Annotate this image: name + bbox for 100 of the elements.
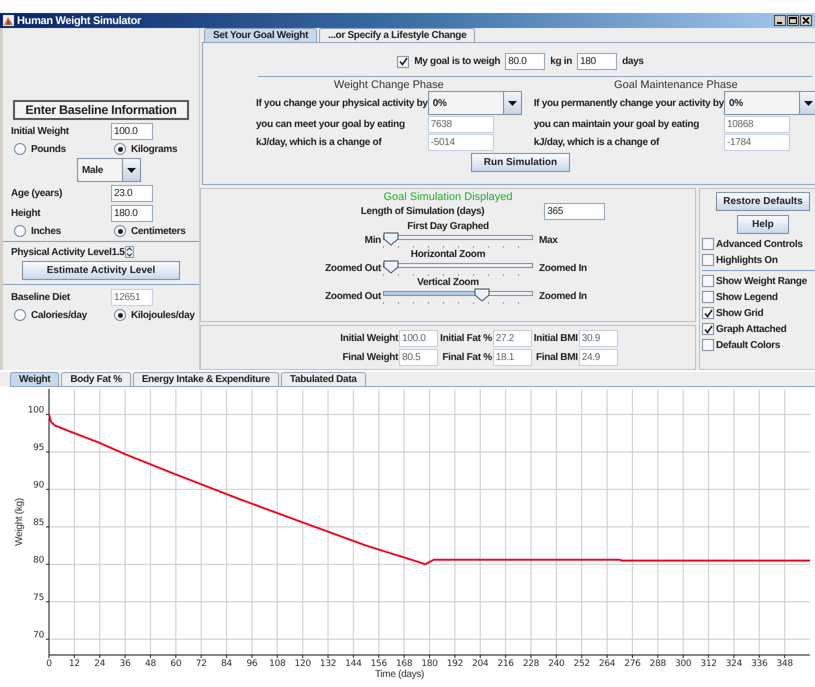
field-label: Age (years) bbox=[11, 188, 64, 199]
input-field[interactable]: 365 bbox=[544, 203, 606, 220]
checkbox[interactable]: Show Weight Range bbox=[702, 275, 807, 287]
goal-label: kg in bbox=[550, 56, 572, 67]
x-tick-label: 168 bbox=[396, 659, 412, 669]
x-tick-label: 36 bbox=[120, 659, 131, 669]
goal-label: My goal is to weigh bbox=[414, 56, 500, 67]
slider-thumb[interactable] bbox=[383, 260, 399, 274]
spinner-arrows-icon[interactable] bbox=[124, 246, 134, 258]
tab[interactable]: Set Your Goal Weight bbox=[204, 28, 318, 42]
activity-spinner[interactable]: 1.5 bbox=[112, 246, 125, 258]
checkbox[interactable]: Graph Attached bbox=[702, 323, 786, 335]
x-tick-label: 216 bbox=[497, 659, 514, 669]
checkbox[interactable] bbox=[397, 56, 410, 68]
phase-title: Goal Maintenance Phase bbox=[613, 79, 739, 91]
slider-thumb[interactable] bbox=[474, 288, 490, 302]
x-tick-label: 180 bbox=[421, 659, 438, 669]
slider-title: Horizontal Zoom bbox=[410, 249, 486, 260]
field-label: Physical Activity Level bbox=[11, 246, 112, 258]
x-tick-label: 12 bbox=[68, 659, 80, 669]
field-label: Initial Weight bbox=[11, 126, 70, 137]
help-button[interactable]: Help bbox=[737, 215, 789, 234]
field-label: Baseline Diet bbox=[11, 292, 71, 303]
radio-button[interactable]: Centimeters bbox=[111, 225, 199, 237]
x-tick-label: 336 bbox=[751, 659, 768, 669]
x-tick-label: 96 bbox=[246, 659, 258, 669]
output-field: 30.9 bbox=[578, 330, 618, 346]
radio-button[interactable]: Kilograms bbox=[111, 143, 199, 155]
status-text: Goal Simulation Displayed bbox=[383, 191, 512, 203]
radio-button[interactable]: Calories/day bbox=[11, 309, 111, 321]
y-tick-label: 90 bbox=[33, 480, 44, 490]
radio-button[interactable]: Pounds bbox=[11, 143, 111, 155]
maximize-icon[interactable] bbox=[787, 15, 799, 26]
y-axis-title: Weight (kg) bbox=[14, 498, 25, 546]
tab[interactable]: Energy Intake & Expenditure bbox=[132, 372, 279, 386]
result-label: Initial BMI bbox=[532, 332, 579, 344]
y-tick-label: 70 bbox=[33, 630, 44, 640]
x-tick-label: 264 bbox=[598, 659, 616, 669]
tab[interactable]: Body Fat % bbox=[61, 372, 131, 386]
restore-defaults-button[interactable]: Restore Defaults bbox=[716, 192, 810, 211]
result-label: Final Fat % bbox=[441, 352, 493, 362]
checkbox[interactable]: Highlights On bbox=[702, 254, 778, 266]
x-tick-label: 24 bbox=[94, 659, 106, 669]
slider-title: First Day Graphed bbox=[407, 221, 489, 232]
input-field[interactable]: 180 bbox=[577, 53, 618, 70]
input-field[interactable]: 80.0 bbox=[505, 53, 546, 70]
checkbox[interactable]: Show Grid bbox=[702, 307, 764, 319]
field-label: If you permanently change your activity by bbox=[534, 98, 724, 108]
slider-thumb[interactable] bbox=[383, 232, 399, 246]
input-field[interactable]: 23.0 bbox=[111, 185, 153, 202]
activity-dropdown[interactable]: 0% bbox=[724, 91, 815, 115]
run-simulation-button[interactable]: Run Simulation bbox=[470, 153, 570, 172]
result-label: Final BMI bbox=[534, 352, 579, 362]
x-tick-label: 204 bbox=[472, 659, 488, 669]
radio-button[interactable]: Kilojoules/day bbox=[111, 309, 199, 321]
x-tick-label: 108 bbox=[269, 659, 286, 669]
sex-dropdown[interactable]: Male bbox=[77, 158, 141, 182]
y-tick-label: 100 bbox=[28, 405, 44, 416]
y-tick-label: 80 bbox=[33, 555, 44, 566]
output-field: 100.0 bbox=[399, 330, 438, 346]
field-label: kJ/day, which is a change of bbox=[534, 137, 660, 148]
caret-icon bbox=[804, 100, 813, 106]
y-tick-label: 75 bbox=[33, 592, 44, 603]
x-tick-label: 60 bbox=[170, 659, 182, 669]
slider-label: Zoomed Out bbox=[324, 262, 382, 274]
minimize-icon[interactable] bbox=[774, 15, 786, 26]
radio-button[interactable]: Inches bbox=[11, 225, 111, 237]
tab[interactable]: Tabulated Data bbox=[280, 372, 366, 386]
output-field: 27.2 bbox=[492, 330, 532, 346]
result-label: Final Weight bbox=[341, 352, 400, 362]
checkbox[interactable]: Show Legend bbox=[702, 291, 778, 303]
slider-label: Zoomed Out bbox=[324, 290, 382, 302]
field-label: If you change your physical activity by bbox=[256, 98, 428, 108]
checkbox[interactable]: Advanced Controls bbox=[702, 238, 803, 250]
estimate-button[interactable]: Estimate Activity Level bbox=[22, 261, 180, 280]
slider-label: Min bbox=[364, 234, 382, 246]
field-label: kJ/day, which is a change of bbox=[256, 137, 382, 148]
tab[interactable]: Weight bbox=[10, 372, 60, 386]
x-tick-label: 156 bbox=[370, 659, 387, 669]
result-label: Initial Fat % bbox=[439, 332, 493, 344]
x-axis-title: Time (days) bbox=[374, 669, 424, 680]
activity-dropdown[interactable]: 0% bbox=[428, 91, 522, 115]
output-field: 12651 bbox=[111, 289, 153, 306]
output-field: 7638 bbox=[428, 116, 494, 133]
x-tick-label: 252 bbox=[574, 659, 590, 669]
window-title: Human Weight Simulator bbox=[17, 14, 142, 26]
x-tick-label: 288 bbox=[650, 659, 666, 669]
app-icon bbox=[3, 15, 14, 26]
x-tick-label: 348 bbox=[776, 659, 793, 669]
x-tick-label: 276 bbox=[624, 659, 641, 669]
output-field: 24.9 bbox=[578, 348, 618, 366]
slider-title: Vertical Zoom bbox=[417, 277, 479, 288]
x-tick-label: 0 bbox=[46, 659, 52, 669]
tab[interactable]: ...or Specify a Lifestyle Change bbox=[319, 28, 476, 42]
checkbox[interactable]: Default Colors bbox=[702, 339, 780, 351]
close-icon[interactable] bbox=[800, 15, 812, 26]
field-label: you can maintain your goal by eating bbox=[534, 119, 700, 130]
input-field[interactable]: 100.0 bbox=[111, 123, 153, 140]
output-field: -1784 bbox=[724, 134, 790, 151]
input-field[interactable]: 180.0 bbox=[111, 205, 153, 222]
